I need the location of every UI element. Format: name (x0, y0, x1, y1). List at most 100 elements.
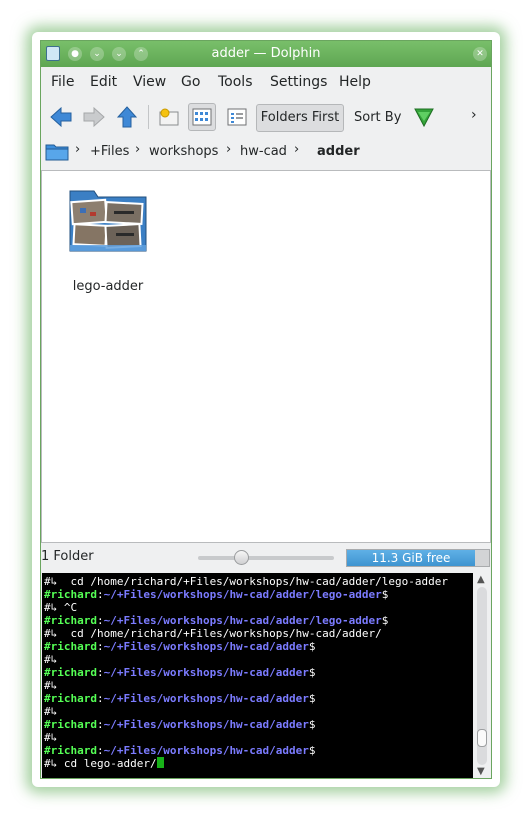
chevron-right-icon[interactable]: › (294, 142, 299, 157)
menu-view[interactable]: View (133, 74, 166, 90)
details-view-button[interactable] (223, 103, 251, 131)
up-button[interactable] (113, 103, 141, 131)
title-bar[interactable]: ● ⌄ ⌄ ⌃ adder — Dolphin ✕ (41, 41, 491, 67)
back-button[interactable] (47, 103, 75, 131)
terminal-prompt-line: #richard:~/+Files/workshops/hw-cad/adder… (44, 692, 316, 705)
menu-bar: File Edit View Go Tools Settings Help (41, 69, 491, 95)
scroll-up-icon[interactable]: ▲ (477, 574, 485, 585)
prompt-symbol: $ (308, 692, 316, 705)
prompt-colon: : (96, 614, 104, 627)
file-item[interactable]: lego-adder (68, 185, 148, 294)
menu-go[interactable]: Go (181, 74, 200, 90)
zoom-slider-handle[interactable] (234, 550, 249, 565)
prompt-path: ~/+Files/workshops/hw-cad/adder (103, 744, 309, 757)
terminal-output-line: #↳ cd /home/richard/+Files/workshops/hw-… (44, 627, 382, 640)
terminal-output-line: #↳ cd /home/richard/+Files/workshops/hw-… (44, 575, 448, 588)
terminal-text: #↳ (44, 679, 58, 692)
prompt-symbol: $ (308, 666, 316, 679)
terminal-text: #↳ ^C (44, 601, 78, 614)
toolbar-separator (148, 105, 149, 129)
prompt-colon: : (96, 744, 104, 757)
terminal-prompt-line: #richard:~/+Files/workshops/hw-cad/adder… (44, 744, 316, 757)
terminal-prompt-line: #richard:~/+Files/workshops/hw-cad/adder… (44, 666, 316, 679)
folders-first-button[interactable]: Folders First (256, 104, 344, 132)
forward-button[interactable] (80, 103, 108, 131)
new-folder-button[interactable] (155, 103, 183, 131)
back-arrow-icon (50, 107, 72, 127)
free-space-label: 11.3 GiB free (371, 551, 451, 565)
prompt-user: #richard (44, 718, 97, 731)
prompt-path: ~/+Files/workshops/hw-cad/adder (103, 640, 309, 653)
terminal-output-line: #↳ (44, 705, 57, 718)
terminal-prompt-line: #richard:~/+Files/workshops/hw-cad/adder… (44, 640, 316, 653)
terminal-output-line: #↳ cd lego-adder/ (44, 757, 164, 770)
terminal-output-line: #↳ (44, 653, 57, 666)
prompt-user: #richard (44, 640, 97, 653)
menu-settings[interactable]: Settings (270, 74, 327, 90)
prompt-path: ~/+Files/workshops/hw-cad/adder (103, 666, 309, 679)
up-arrow-icon (117, 106, 137, 128)
breadcrumb-item-adder[interactable]: adder (317, 144, 360, 159)
status-bar: 1 Folder 11.3 GiB free (41, 545, 491, 567)
menu-tools[interactable]: Tools (218, 74, 253, 90)
terminal-prompt-line: #richard:~/+Files/workshops/hw-cad/adder… (44, 588, 388, 601)
forward-arrow-icon (83, 107, 105, 127)
prompt-user: #richard (44, 744, 97, 757)
file-view[interactable]: lego-adder (41, 170, 491, 543)
sort-descending-icon (414, 108, 434, 128)
zoom-slider[interactable] (198, 556, 334, 560)
menu-file[interactable]: File (51, 74, 74, 90)
prompt-user: #richard (44, 588, 97, 601)
new-folder-icon (159, 108, 179, 126)
sort-order-button[interactable] (410, 103, 438, 131)
folder-icon[interactable] (68, 185, 148, 255)
menu-edit[interactable]: Edit (90, 74, 117, 90)
sort-by-button[interactable]: Sort By (354, 110, 401, 125)
icons-view-button[interactable] (188, 103, 216, 131)
terminal-text: #↳ cd lego-adder/ (44, 757, 157, 770)
terminal-text: #↳ (44, 705, 58, 718)
details-view-icon (227, 108, 247, 126)
terminal-prompt-line: #richard:~/+Files/workshops/hw-cad/adder… (44, 614, 388, 627)
places-folder-icon[interactable] (45, 142, 69, 161)
breadcrumb-item-hw-cad[interactable]: hw-cad (240, 144, 287, 159)
prompt-colon: : (96, 588, 104, 601)
terminal-prompt-line: #richard:~/+Files/workshops/hw-cad/adder… (44, 718, 316, 731)
prompt-path: ~/+Files/workshops/hw-cad/adder (103, 718, 309, 731)
terminal-output-line: #↳ (44, 679, 57, 692)
menu-help[interactable]: Help (339, 74, 371, 90)
chevron-right-icon[interactable]: › (135, 142, 140, 157)
prompt-colon: : (96, 718, 104, 731)
prompt-colon: : (96, 640, 104, 653)
file-item-label: lego-adder (72, 279, 144, 294)
terminal-cursor (156, 757, 164, 768)
close-icon[interactable]: ✕ (473, 47, 487, 61)
chevron-right-icon[interactable]: › (226, 142, 231, 157)
toolbar: Folders First Sort By › (41, 97, 491, 135)
chevron-right-icon[interactable]: › (75, 142, 80, 157)
prompt-user: #richard (44, 692, 97, 705)
prompt-path: ~/+Files/workshops/hw-cad/adder (103, 692, 309, 705)
scroll-down-icon[interactable]: ▼ (477, 766, 485, 777)
terminal-output-line: #↳ ^C (44, 601, 77, 614)
terminal-panel[interactable]: #↳ cd /home/richard/+Files/workshops/hw-… (42, 573, 473, 778)
terminal-output-line: #↳ (44, 731, 57, 744)
prompt-colon: : (96, 666, 104, 679)
toolbar-overflow-icon[interactable]: › (471, 107, 477, 123)
prompt-path: ~/+Files/workshops/hw-cad/adder/lego-add… (103, 614, 382, 627)
scrollbar-thumb[interactable] (477, 729, 487, 747)
prompt-path: ~/+Files/workshops/hw-cad/adder/lego-add… (103, 588, 382, 601)
breadcrumb-item-workshops[interactable]: workshops (149, 144, 218, 159)
window-title: adder — Dolphin (211, 46, 321, 61)
dolphin-window: ● ⌄ ⌄ ⌃ adder — Dolphin ✕ File Edit View… (40, 40, 492, 779)
terminal-text: #↳ cd /home/richard/+Files/workshops/hw-… (44, 627, 382, 640)
prompt-user: #richard (44, 666, 97, 679)
prompt-user: #richard (44, 614, 97, 627)
terminal-text: #↳ (44, 731, 58, 744)
terminal-scrollbar[interactable]: ▲ ▼ (473, 573, 491, 778)
prompt-symbol: $ (308, 640, 316, 653)
terminal-text: #↳ cd /home/richard/+Files/workshops/hw-… (44, 575, 448, 588)
icons-view-icon (192, 108, 212, 126)
free-space-bar[interactable]: 11.3 GiB free (346, 549, 490, 567)
breadcrumb-item-files[interactable]: +Files (90, 144, 129, 159)
